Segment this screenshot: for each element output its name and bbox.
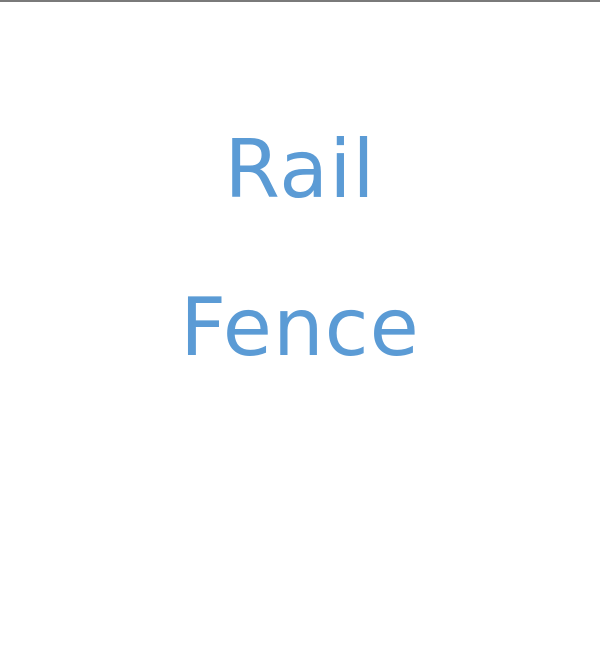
title-line-fence: Fence xyxy=(180,281,420,374)
slide-canvas: Rail Fence xyxy=(0,2,600,650)
title-line-rail: Rail xyxy=(224,123,376,216)
